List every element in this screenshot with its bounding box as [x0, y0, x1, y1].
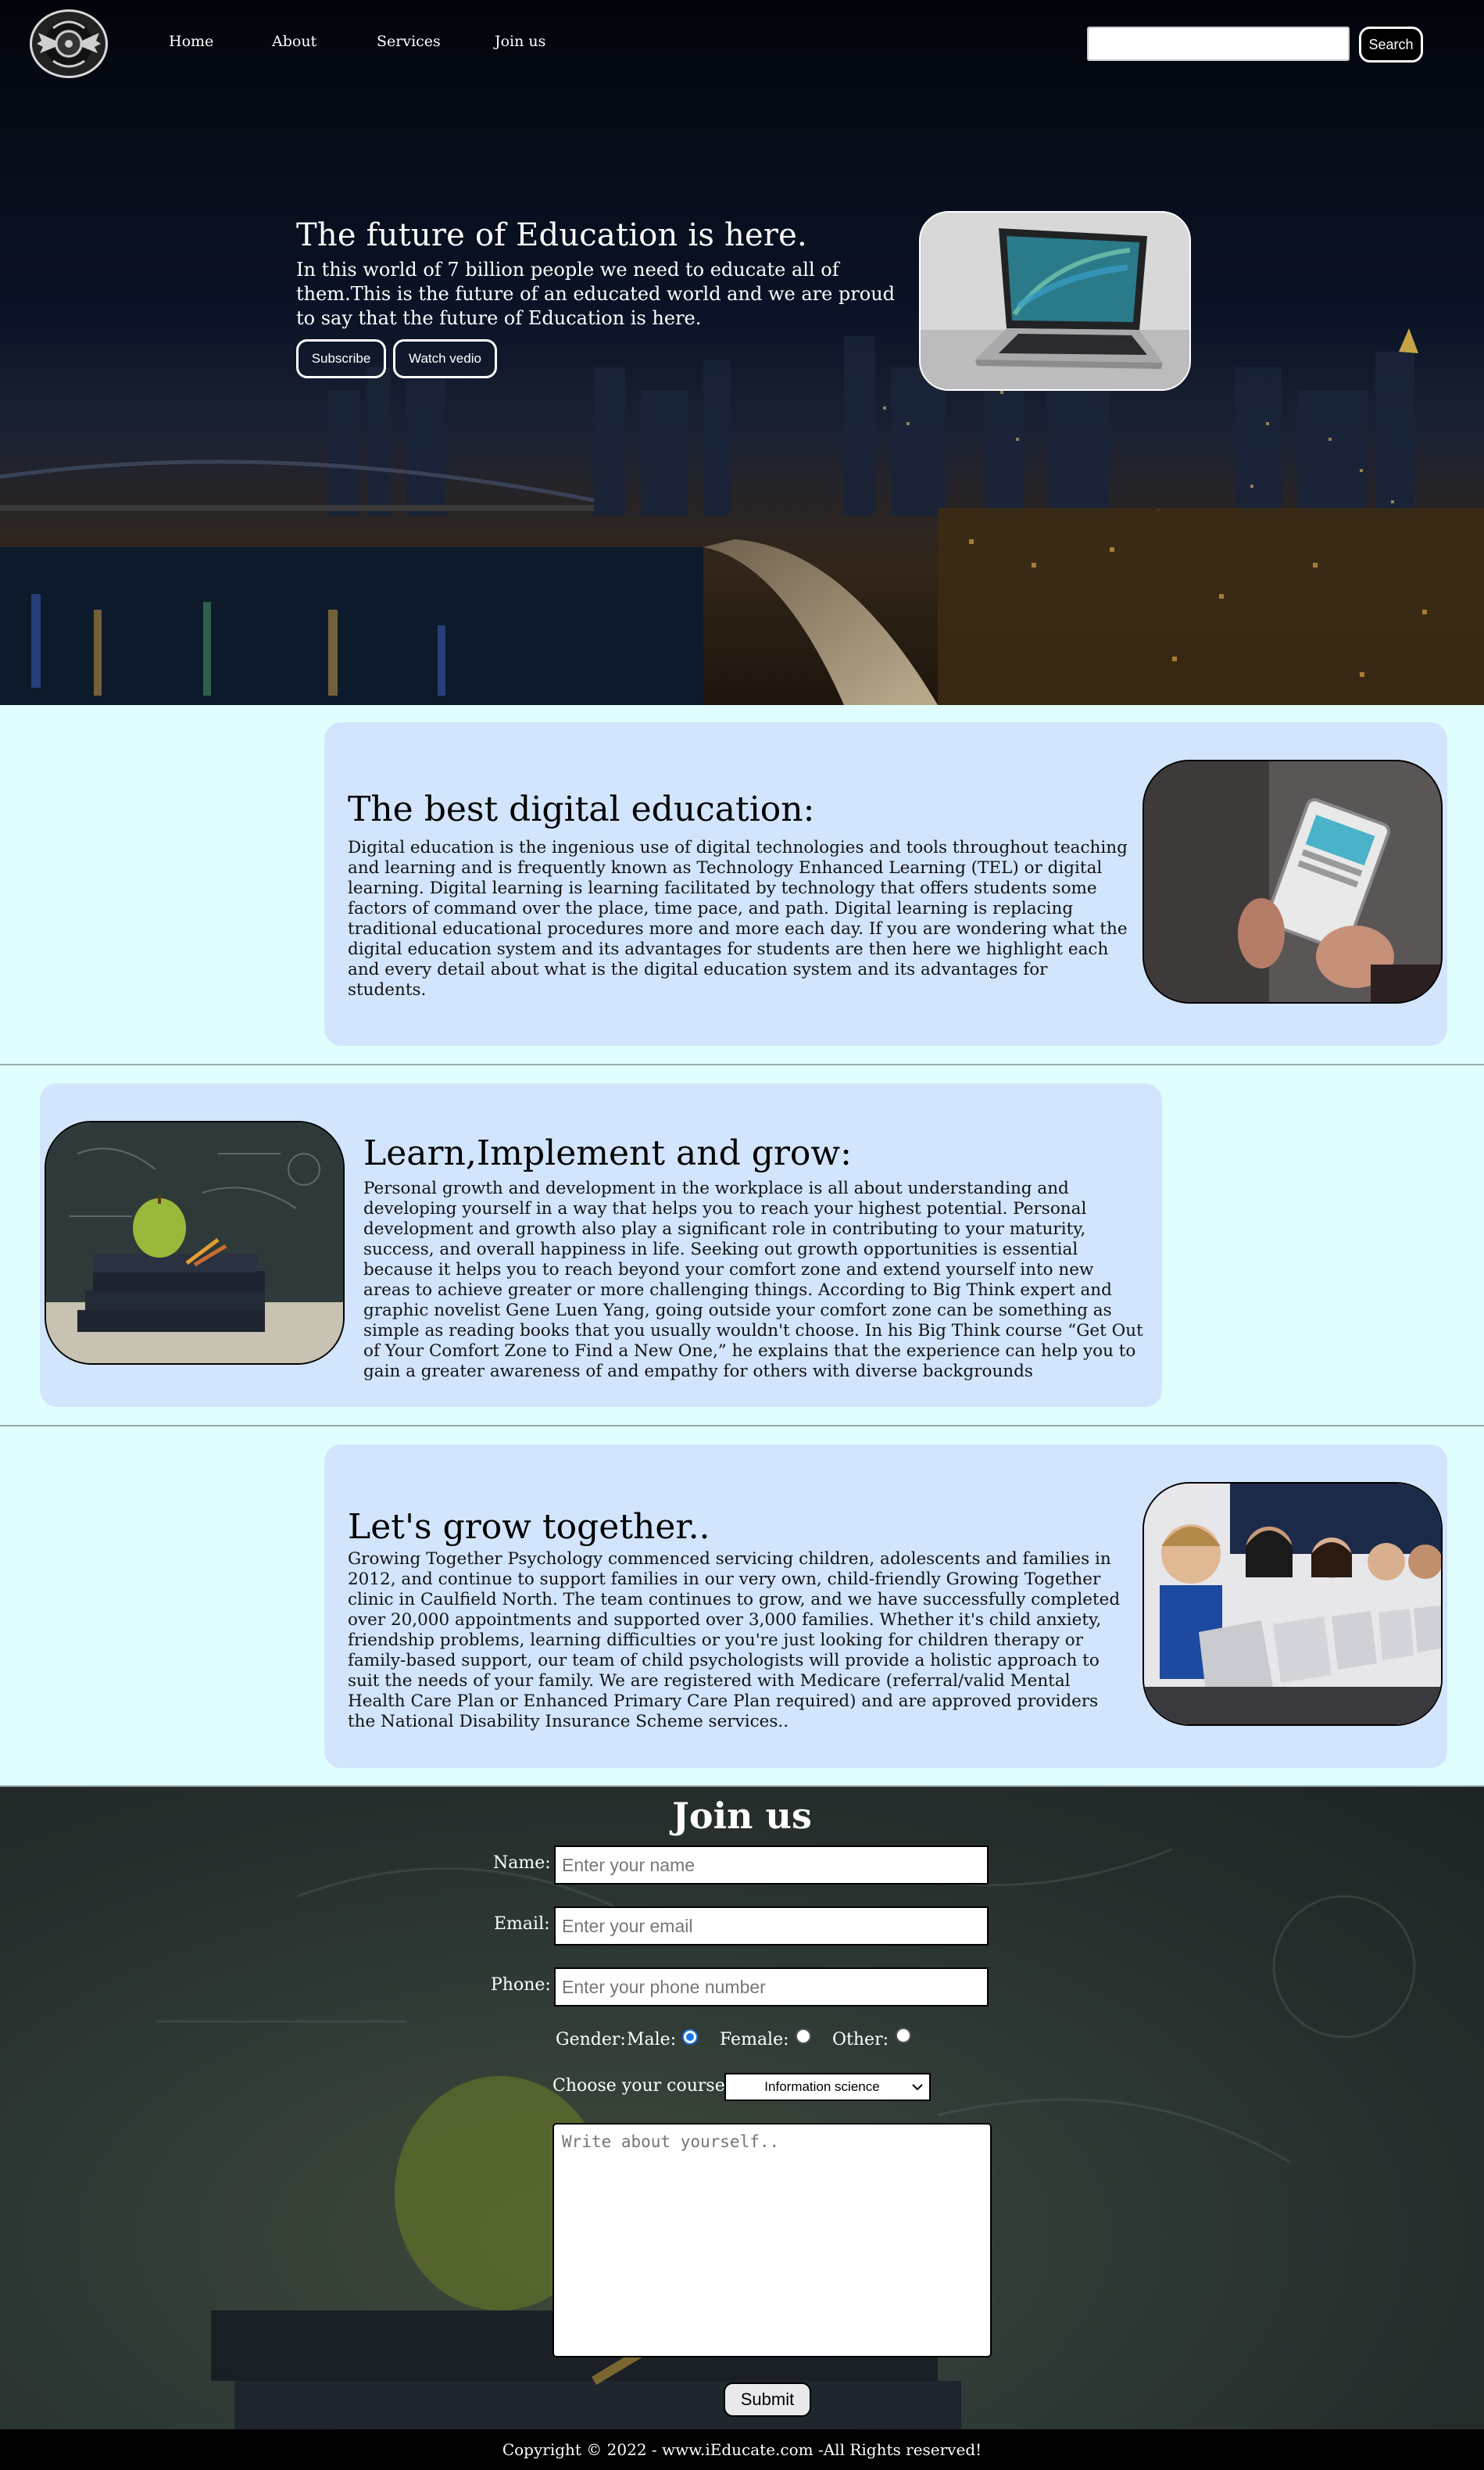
tablet-illustration	[1144, 761, 1441, 1002]
name-label: Name:	[493, 1853, 551, 1873]
top-nav: Home About Services Join us Search	[0, 0, 1484, 86]
apple-books-illustration	[46, 1122, 343, 1363]
nav-link-join-us[interactable]: Join us	[495, 33, 545, 50]
chevron-down-icon	[912, 2079, 923, 2095]
section-title: Learn,Implement and grow:	[363, 1133, 852, 1173]
gender-male-label: Male:	[627, 2030, 677, 2049]
gender-label: Gender:	[556, 2030, 626, 2049]
laptop-illustration	[921, 213, 1189, 389]
section-title: Let's grow together..	[348, 1507, 710, 1547]
students-illustration	[1144, 1484, 1441, 1724]
course-select[interactable]: Information science	[724, 2073, 931, 2101]
email-label: Email:	[494, 1914, 550, 1934]
hero-title: The future of Education is here.	[296, 217, 807, 253]
search-input[interactable]	[1087, 27, 1350, 61]
name-input[interactable]	[554, 1845, 989, 1885]
email-input[interactable]	[554, 1906, 989, 1946]
footer: Copyright © 2022 - www.iEducate.com -All…	[0, 2429, 1484, 2470]
hero-description: In this world of 7 billion people we nee…	[296, 259, 896, 329]
gender-other-label: Other:	[832, 2030, 889, 2049]
gender-male-radio[interactable]	[682, 2029, 698, 2045]
nav-link-services[interactable]: Services	[377, 33, 441, 50]
copyright-text: Copyright © 2022 - www.iEducate.com -All…	[502, 2440, 982, 2459]
gender-other-radio[interactable]	[896, 2028, 911, 2043]
winged-wheel-logo-icon	[37, 20, 101, 68]
section-text: Growing Together Psychology commenced se…	[348, 1549, 1121, 1731]
section-grow-together: Let's grow together.. Growing Together P…	[324, 1444, 1447, 1768]
watch-video-button[interactable]: Watch vedio	[393, 339, 497, 378]
join-us-title: Join us	[672, 1795, 812, 1837]
gender-female-label: Female:	[720, 2030, 789, 2049]
city-night-background	[0, 0, 1484, 705]
search-button[interactable]: Search	[1359, 27, 1423, 63]
section-divider	[0, 1064, 1484, 1065]
section-title: The best digital education:	[348, 789, 815, 829]
hero-section: Home About Services Join us Search The f…	[0, 0, 1484, 705]
submit-button[interactable]: Submit	[724, 2382, 811, 2417]
apple-books-image	[45, 1121, 345, 1365]
nav-link-home[interactable]: Home	[169, 33, 213, 50]
section-text: Digital education is the ingenious use o…	[348, 838, 1128, 1000]
about-yourself-textarea[interactable]	[552, 2123, 992, 2357]
section-digital-education: The best digital education: Digital educ…	[324, 722, 1447, 1046]
site-logo[interactable]	[30, 9, 108, 78]
laptop-image	[919, 211, 1191, 391]
subscribe-button[interactable]: Subscribe	[296, 339, 386, 378]
phone-label: Phone:	[491, 1975, 551, 1995]
course-selected-value: Information science	[764, 2079, 880, 2094]
students-laptops-image	[1143, 1482, 1443, 1726]
course-label: Choose your course:	[552, 2076, 731, 2096]
section-learn-implement-grow: Learn,Implement and grow: Personal growt…	[40, 1083, 1162, 1407]
nav-link-about[interactable]: About	[272, 33, 316, 50]
tablet-image	[1143, 760, 1443, 1004]
gender-female-radio[interactable]	[796, 2028, 811, 2044]
section-text: Personal growth and development in the w…	[363, 1179, 1143, 1381]
phone-input[interactable]	[554, 1967, 989, 2006]
content-area: The best digital education: Digital educ…	[0, 705, 1484, 1787]
section-divider	[0, 1425, 1484, 1427]
